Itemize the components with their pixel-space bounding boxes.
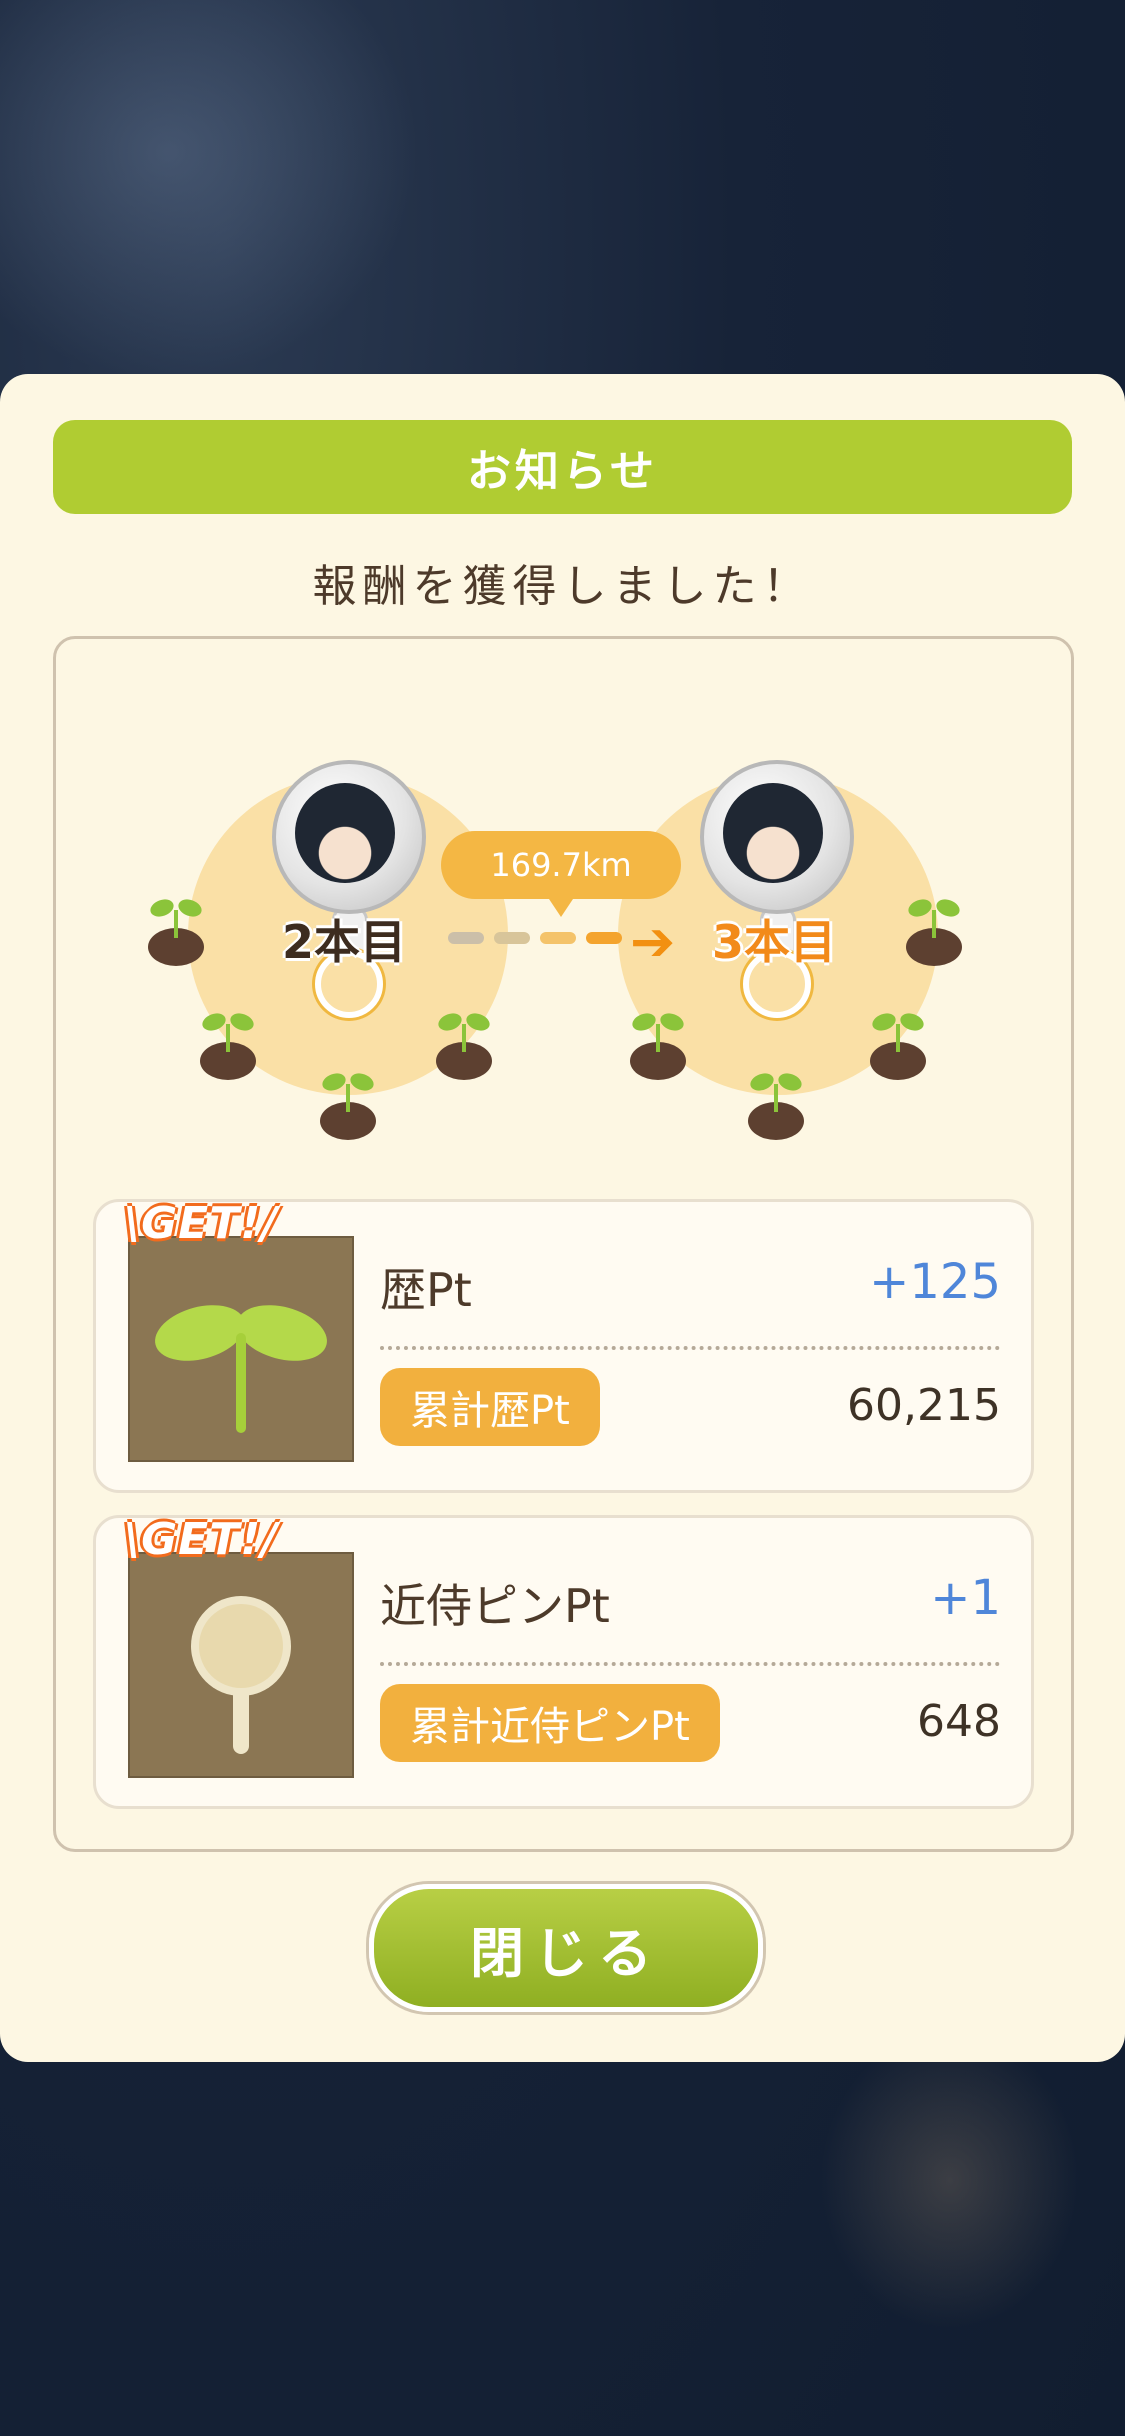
dialog-title: お知らせ xyxy=(53,420,1072,514)
reward-name: 歴Pt xyxy=(380,1263,472,1317)
reward-thumbnail xyxy=(128,1552,354,1778)
reward-card: \GET!/ 歴Pt +125 累計歴Pt 60,215 xyxy=(93,1198,1034,1493)
total-value: 60,215 xyxy=(847,1380,1001,1431)
total-value: 648 xyxy=(917,1696,1001,1747)
sprout-icon xyxy=(904,896,964,966)
get-badge: \GET!/ xyxy=(124,1514,279,1565)
close-button[interactable]: 閉じる xyxy=(369,1884,763,2012)
sprout-icon xyxy=(146,896,206,966)
dialog-subtitle: 報酬を獲得しました！ xyxy=(312,561,813,612)
reward-thumbnail xyxy=(128,1236,354,1462)
progress-dash xyxy=(586,932,622,944)
sprout-icon xyxy=(155,1305,327,1433)
sprout-icon xyxy=(868,1010,928,1080)
arrow-right-icon: ➔ xyxy=(630,910,676,973)
background-blur xyxy=(0,0,420,380)
total-label-badge: 累計近侍ピンPt xyxy=(380,1684,720,1762)
pin-icon xyxy=(191,1596,291,1754)
stage-from-label: 2本目 xyxy=(282,915,407,969)
reward-delta: +125 xyxy=(869,1254,1001,1310)
sprout-icon xyxy=(318,1070,378,1140)
progress-dash xyxy=(448,932,484,944)
total-label-badge: 累計歴Pt xyxy=(380,1368,600,1446)
distance-value: 169.7km xyxy=(490,846,632,884)
background-blur xyxy=(820,2030,1080,2330)
distance-bubble: 169.7km xyxy=(441,831,681,917)
get-badge: \GET!/ xyxy=(124,1198,279,1249)
reward-name: 近侍ピンPt xyxy=(380,1579,610,1633)
sprout-icon xyxy=(198,1010,258,1080)
sprout-icon xyxy=(434,1010,494,1080)
progress-dash xyxy=(540,932,576,944)
sprout-icon xyxy=(746,1070,806,1140)
reward-card: \GET!/ 近侍ピンPt +1 累計近侍ピンPt 648 xyxy=(93,1514,1034,1809)
progress-dash xyxy=(494,932,530,944)
divider xyxy=(380,1346,1000,1350)
sprout-icon xyxy=(628,1010,688,1080)
reward-delta: +1 xyxy=(930,1570,1001,1626)
stage-to-label: 3本目 xyxy=(712,915,837,969)
divider xyxy=(380,1662,1000,1666)
